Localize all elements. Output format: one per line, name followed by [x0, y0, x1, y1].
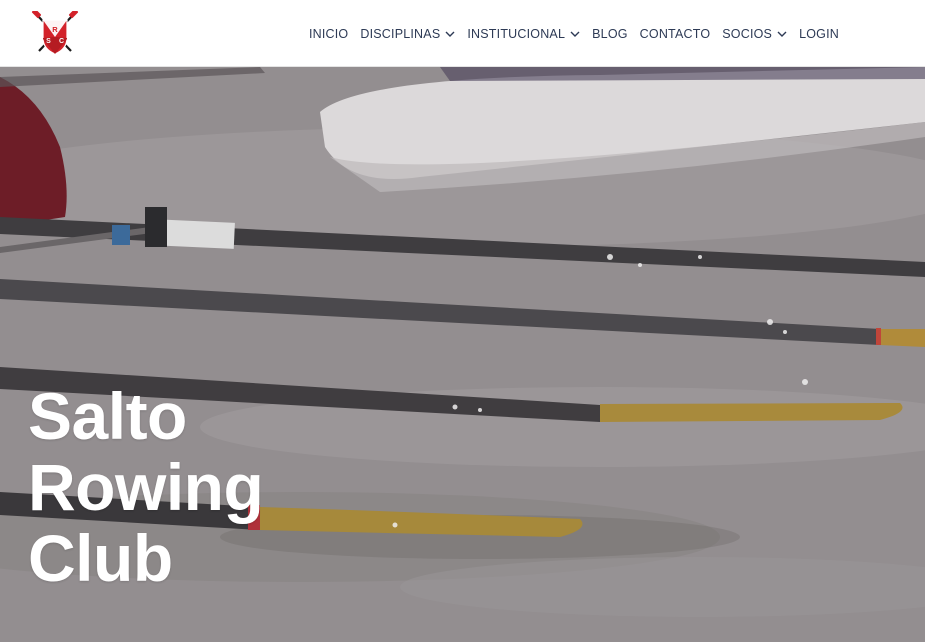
svg-text:R: R	[52, 25, 58, 34]
hero-title-line: Rowing	[28, 450, 264, 525]
nav-label: INSTITUCIONAL	[467, 26, 566, 41]
site-header: R S C INICIO DISCIPLINAS INSTITUCIONAL B…	[0, 0, 925, 67]
nav-label: LOGIN	[799, 26, 839, 41]
nav-label: SOCIOS	[722, 26, 773, 41]
club-logo[interactable]: R S C	[31, 11, 79, 57]
nav-item-blog[interactable]: BLOG	[592, 27, 628, 41]
nav-item-inicio[interactable]: INICIO	[309, 27, 348, 41]
chevron-down-icon	[570, 31, 580, 37]
hero-title-line: Club	[28, 521, 173, 596]
svg-text:S: S	[46, 38, 51, 45]
nav-item-login[interactable]: LOGIN	[799, 27, 839, 41]
chevron-down-icon	[445, 31, 455, 37]
nav-item-institucional[interactable]: INSTITUCIONAL	[467, 27, 580, 41]
hero-section: Salto Rowing Club	[0, 67, 925, 642]
hero-title: Salto Rowing Club	[28, 379, 264, 596]
nav-label: DISCIPLINAS	[360, 26, 441, 41]
nav-label: BLOG	[592, 26, 628, 41]
main-nav: INICIO DISCIPLINAS INSTITUCIONAL BLOG CO…	[309, 0, 839, 67]
nav-item-socios[interactable]: SOCIOS	[722, 27, 787, 41]
nav-item-contacto[interactable]: CONTACTO	[640, 27, 711, 41]
nav-label: INICIO	[308, 26, 349, 41]
nav-label: CONTACTO	[639, 26, 711, 41]
hero-title-line: Salto	[28, 379, 187, 454]
chevron-down-icon	[777, 31, 787, 37]
nav-item-disciplinas[interactable]: DISCIPLINAS	[360, 27, 455, 41]
svg-text:C: C	[59, 38, 64, 45]
